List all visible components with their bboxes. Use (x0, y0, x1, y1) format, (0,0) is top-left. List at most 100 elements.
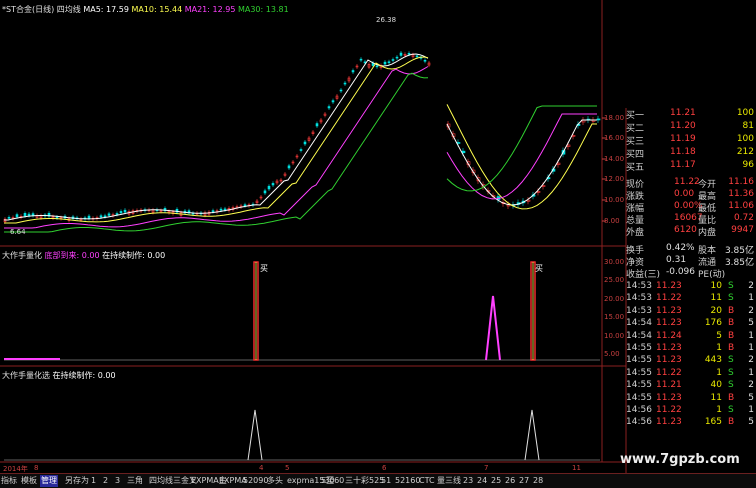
candle-body (272, 183, 274, 185)
trade-price: 11.24 (656, 331, 682, 341)
buy-level-row[interactable]: 买二 11.20 81 (626, 121, 756, 133)
sub1-axis-label: 20.00 (604, 295, 624, 303)
trade-count: 5 (748, 318, 754, 328)
candle-body (24, 213, 26, 216)
trade-row[interactable]: 14:55 11.22 1 S 1 (626, 368, 756, 380)
price-axis-label: 12.00 (604, 175, 624, 183)
trade-time: 14:55 (626, 393, 652, 403)
price-axis-label: 10.00 (604, 196, 624, 204)
indicator-tab[interactable]: 另存为 (64, 475, 90, 487)
trade-time: 14:55 (626, 380, 652, 390)
candle-body (300, 150, 302, 151)
trade-row[interactable]: 14:56 11.23 165 B 5 (626, 417, 756, 429)
trade-row[interactable]: 14:53 11.23 20 B 2 (626, 306, 756, 318)
indicator-tab[interactable]: 三角 (126, 475, 144, 487)
indicator-name[interactable]: 四均线 (57, 5, 81, 14)
buy-level-label: 买三 (626, 134, 644, 147)
sub2-indicator-name[interactable]: 大作手量化选 (2, 371, 50, 380)
trade-price: 11.23 (656, 306, 682, 316)
trade-volume: 176 (692, 318, 722, 328)
trade-count: 1 (748, 343, 754, 353)
trade-row[interactable]: 14:54 11.23 176 B 5 (626, 318, 756, 330)
trade-time: 14:54 (626, 318, 652, 328)
trade-row[interactable]: 14:56 11.22 1 S 1 (626, 405, 756, 417)
trade-count: 2 (748, 380, 754, 390)
trade-row[interactable]: 14:54 11.24 5 B 1 (626, 331, 756, 343)
stat-value: 11.36 (728, 189, 754, 199)
sub1-magenta-spike (486, 296, 500, 360)
buy-level-volume: 81 (743, 121, 754, 131)
ma21-line (4, 67, 428, 229)
indicator-tab[interactable]: 3 (114, 475, 121, 487)
ma21-value: MA21: 12.95 (185, 5, 236, 14)
indicator-tab[interactable]: 26 (504, 475, 516, 487)
buy-level-price: 11.19 (670, 134, 696, 144)
indicator-tab[interactable]: 指标 (0, 475, 18, 487)
sub1-axis-label: 10.00 (604, 332, 624, 340)
buy-level-price: 11.21 (670, 108, 696, 118)
trade-count: 1 (748, 331, 754, 341)
candle-body (16, 215, 18, 217)
trade-row[interactable]: 14:53 11.23 10 S 2 (626, 281, 756, 293)
trade-time: 14:54 (626, 331, 652, 341)
sub1-indicator-name[interactable]: 大作手量化 (2, 251, 42, 260)
indicator-tab[interactable]: CTC (418, 475, 436, 487)
indicator-tab[interactable]: 5至60 (320, 475, 345, 487)
indicator-tab[interactable]: 模板 (20, 475, 38, 487)
buy-level-row[interactable]: 买五 11.17 96 (626, 160, 756, 172)
indicator-tab[interactable]: 管理 (40, 475, 58, 487)
trade-row[interactable]: 14:55 11.23 1 B 1 (626, 343, 756, 355)
indicator-tab[interactable]: 51 (380, 475, 392, 487)
buy-level-row[interactable]: 买一 11.21 100 (626, 108, 756, 120)
indicator-tab[interactable]: 量三线 (436, 475, 462, 487)
indicator-tab[interactable]: 27 (518, 475, 530, 487)
sub2-header: 大作手量化选 在持续制作: 0.00 (2, 370, 116, 381)
ma30-value: MA30: 13.81 (238, 5, 289, 14)
quote-stat-row: 涨幅 0.00% 最低 11.06 (626, 201, 756, 213)
indicator-tab[interactable]: 1 (90, 475, 97, 487)
candle-body (388, 62, 390, 63)
trade-side: B (728, 318, 734, 328)
candle-body (104, 216, 106, 217)
indicator-tab[interactable]: 多头 (266, 475, 284, 487)
quote-stat2-row: 净资 0.31 流通 3.85亿 (626, 255, 756, 267)
buy-mark-2: 买 (535, 263, 543, 274)
candle-body (392, 60, 394, 61)
trade-row[interactable]: 14:55 11.23 443 S 2 (626, 355, 756, 367)
indicator-tab[interactable]: 28 (532, 475, 544, 487)
date-axis-label: 5 (285, 464, 289, 472)
indicator-tab[interactable]: 24 (476, 475, 488, 487)
quote-stat-row: 现价 11.22 今开 11.16 (626, 177, 756, 189)
trade-row[interactable]: 14:55 11.21 40 S 2 (626, 380, 756, 392)
indicator-tab[interactable]: 2 (102, 475, 109, 487)
indicator-tab[interactable]: 23 (462, 475, 474, 487)
indicator-tab[interactable]: 25 (490, 475, 502, 487)
trade-price: 11.23 (656, 393, 682, 403)
candle-body (244, 205, 246, 206)
buy-level-price: 11.20 (670, 121, 696, 131)
buy-level-row[interactable]: 买三 11.19 100 (626, 134, 756, 146)
trade-time: 14:53 (626, 293, 652, 303)
trade-row[interactable]: 14:53 11.22 11 S 1 (626, 293, 756, 305)
candle-body (396, 57, 398, 58)
trade-count: 1 (748, 368, 754, 378)
stat2-value: -0.096 (666, 267, 695, 277)
trade-volume: 10 (692, 281, 722, 291)
trade-side: B (728, 343, 734, 353)
trade-price: 11.23 (656, 318, 682, 328)
buy-level-volume: 212 (737, 147, 754, 157)
candle-body (220, 209, 222, 210)
trade-side: B (728, 306, 734, 316)
trade-side: S (728, 281, 734, 291)
candle-body (288, 166, 290, 168)
indicator-tab-bar: 指标 模板 管理 另存为 1 2 3 三角 四均线三金叉 EXPMA主 EXPMA 52090 多头 ex… (0, 473, 756, 488)
date-axis-label: 7 (484, 464, 488, 472)
stat-value: 11.16 (728, 177, 754, 187)
buy-level-volume: 100 (737, 108, 754, 118)
trade-side: S (728, 368, 734, 378)
trade-count: 1 (748, 293, 754, 303)
sub1-axis-label: 25.00 (604, 276, 624, 284)
trade-row[interactable]: 14:55 11.23 11 B 5 (626, 393, 756, 405)
buy-level-row[interactable]: 买四 11.18 212 (626, 147, 756, 159)
trade-side: S (728, 380, 734, 390)
